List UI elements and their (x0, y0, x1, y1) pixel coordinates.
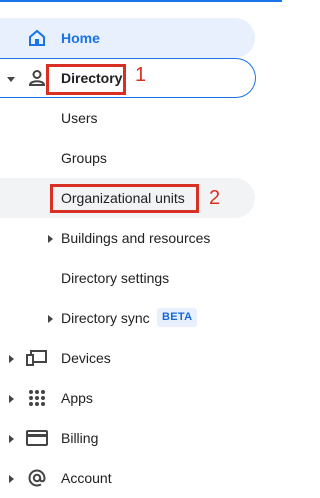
chevron-right-icon[interactable] (9, 355, 14, 363)
person-icon (26, 68, 48, 88)
nav-item-account-label: Account (61, 470, 112, 486)
chevron-right-icon[interactable] (48, 235, 53, 243)
nav-item-home-label: Home (61, 30, 100, 46)
home-icon (26, 28, 48, 48)
top-accent-line (0, 0, 282, 2)
nav-item-billing-label: Billing (61, 430, 99, 446)
nav-item-billing[interactable]: Billing (0, 418, 282, 458)
annotation-number-2: 2 (209, 187, 221, 209)
nav-item-users-label: Users (61, 110, 98, 126)
nav-item-directory-sync-label: Directory sync (61, 310, 150, 326)
nav-item-home[interactable]: Home (0, 18, 282, 58)
chevron-right-icon[interactable] (9, 435, 14, 443)
apps-grid-icon (26, 388, 48, 408)
nav-item-devices[interactable]: Devices (0, 338, 282, 378)
devices-icon (26, 348, 48, 368)
nav-item-directory-sync[interactable]: Directory sync (0, 298, 282, 338)
nav-item-buildings-label: Buildings and resources (61, 230, 211, 246)
chevron-right-icon[interactable] (9, 395, 14, 403)
account-at-icon (26, 468, 48, 488)
nav-item-groups-label: Groups (61, 150, 107, 166)
nav-item-groups[interactable]: Groups (0, 138, 282, 178)
nav-item-devices-label: Devices (61, 350, 111, 366)
nav-item-account[interactable]: Account (0, 458, 282, 498)
chevron-down-icon[interactable] (7, 77, 15, 82)
chevron-right-icon[interactable] (9, 475, 14, 483)
billing-card-icon (26, 428, 48, 448)
nav-item-apps[interactable]: Apps (0, 378, 282, 418)
nav-item-apps-label: Apps (61, 390, 93, 406)
annotation-number-1: 1 (135, 64, 147, 86)
beta-badge: BETA (157, 308, 198, 327)
nav-item-buildings[interactable]: Buildings and resources (0, 218, 282, 258)
nav-item-directory-settings[interactable]: Directory settings (0, 258, 282, 298)
nav-item-users[interactable]: Users (0, 98, 282, 138)
nav-item-directory-settings-label: Directory settings (61, 270, 170, 286)
annotation-box-1 (46, 64, 126, 95)
chevron-right-icon[interactable] (48, 315, 53, 323)
annotation-box-2 (50, 184, 199, 213)
